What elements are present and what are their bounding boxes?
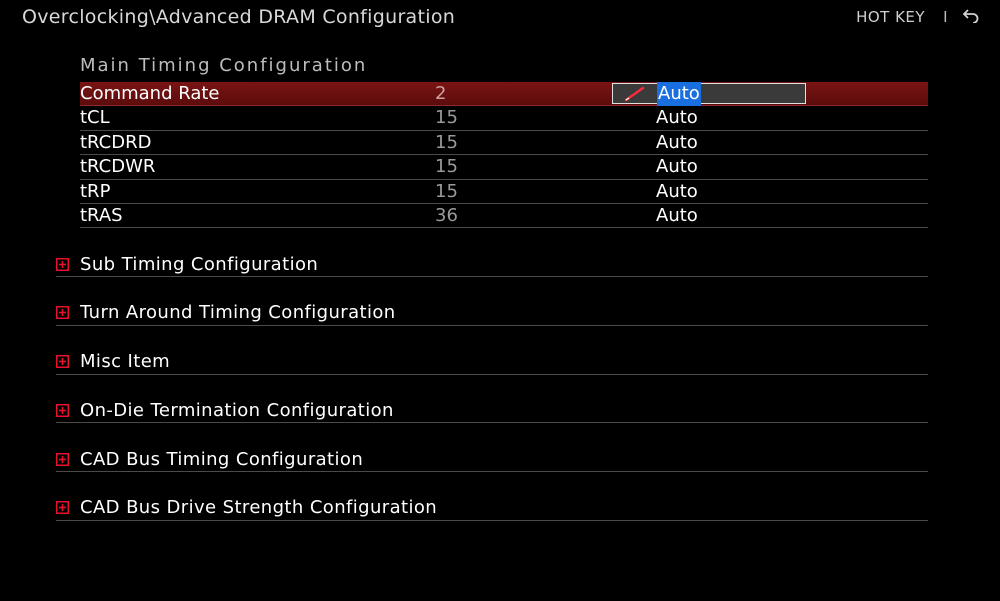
submenu-row[interactable]: Sub Timing Configuration [56,252,928,277]
expand-plus-icon [56,306,69,320]
command-rate-input[interactable]: Auto [612,82,806,106]
expand-plus-icon [56,355,69,369]
submenu-row[interactable]: CAD Bus Drive Strength Configuration [56,496,928,521]
expand-plus-icon [56,452,69,466]
timing-row-trp[interactable]: tRP 15 Auto [80,180,928,204]
submenu-label: On-Die Termination Configuration [80,399,394,421]
back-button[interactable] [962,7,980,27]
submenu-on-die-termination[interactable]: On-Die Termination Configuration [56,398,928,447]
submenu-label: Misc Item [80,351,171,373]
row-setting-value[interactable]: Auto [656,180,698,204]
pencil-icon [624,86,645,102]
timing-row-tcl[interactable]: tCL 15 Auto [80,106,928,131]
expand-plus-icon [56,257,69,271]
submenu-label: CAD Bus Drive Strength Configuration [80,497,438,519]
timing-row-command-rate[interactable]: Command Rate 2 Auto [80,82,928,107]
hotkey-separator: I [943,8,948,26]
expand-plus-icon [56,501,69,515]
row-setting-value[interactable]: Auto [656,106,698,130]
row-current-value: 15 [435,156,458,178]
row-current-value: 15 [435,131,458,153]
timing-row-tras[interactable]: tRAS 36 Auto [80,204,928,229]
expand-plus-icon [56,403,69,417]
row-current-value: 36 [435,204,458,226]
row-setting-value[interactable]: Auto [656,204,698,228]
row-label: tRCDWR [80,156,156,178]
hotkey-bar: HOT KEY I [856,7,980,27]
submenu-turn-around-timing[interactable]: Turn Around Timing Configuration [56,301,928,350]
row-setting-value[interactable]: Auto [656,155,698,179]
submenu-row[interactable]: Turn Around Timing Configuration [56,301,928,326]
row-setting-value[interactable]: Auto [656,131,698,155]
row-current-value: 15 [435,107,458,129]
submenu-cad-bus-drive-strength[interactable]: CAD Bus Drive Strength Configuration [56,496,928,545]
breadcrumb: Overclocking\Advanced DRAM Configuration [22,6,456,28]
submenu-row[interactable]: CAD Bus Timing Configuration [56,447,928,473]
submenu-list: Sub Timing Configuration Turn Around Tim… [56,252,928,545]
submenu-row[interactable]: On-Die Termination Configuration [56,398,928,424]
timing-row-trcdrd[interactable]: tRCDRD 15 Auto [80,131,928,156]
timing-row-trcdwr[interactable]: tRCDWR 15 Auto [80,155,928,180]
submenu-label: CAD Bus Timing Configuration [80,448,364,470]
back-arrow-icon [962,9,979,23]
submenu-row[interactable]: Misc Item [56,350,928,375]
hotkey-button[interactable]: HOT KEY [856,8,925,26]
row-label: tCL [80,107,110,129]
row-label: tRP [80,180,111,202]
submenu-label: Turn Around Timing Configuration [80,302,396,324]
row-current-value: 2 [435,83,447,104]
submenu-label: Sub Timing Configuration [80,253,319,275]
row-label: tRAS [80,204,123,226]
row-current-value: 15 [435,180,458,202]
row-label: tRCDRD [80,131,152,153]
submenu-cad-bus-timing[interactable]: CAD Bus Timing Configuration [56,447,928,496]
submenu-sub-timing[interactable]: Sub Timing Configuration [56,252,928,301]
submenu-misc-item[interactable]: Misc Item [56,350,928,399]
row-label: Command Rate [80,83,220,104]
main-timing-title: Main Timing Configuration [80,55,368,76]
main-timing-table: Command Rate 2 Auto tCL 15 Auto tRCDRD 1… [80,82,928,229]
command-rate-value: Auto [657,82,701,106]
